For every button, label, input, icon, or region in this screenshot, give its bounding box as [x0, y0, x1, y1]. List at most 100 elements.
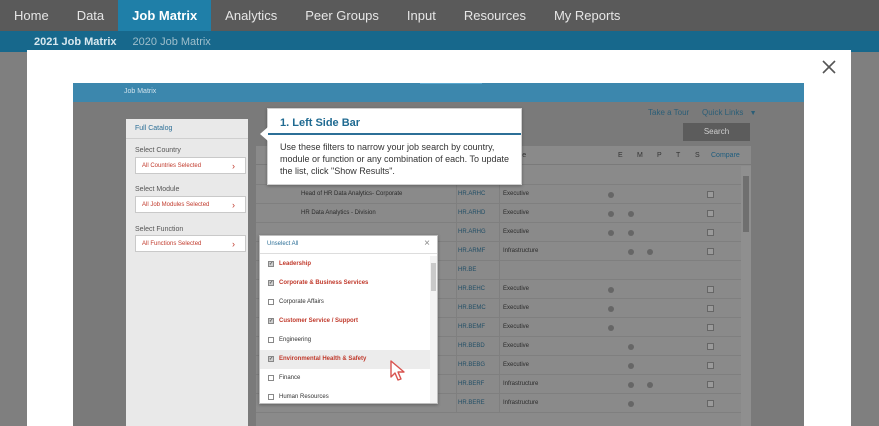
compare-checkbox[interactable]: [707, 400, 714, 407]
job-code[interactable]: HR.BEBD: [458, 343, 485, 349]
col-e: E: [618, 152, 623, 159]
job-code[interactable]: HR.ARMF: [458, 248, 485, 254]
search-button[interactable]: Search: [683, 123, 750, 141]
unselect-all-link[interactable]: Unselect All: [267, 241, 298, 247]
compare-checkbox[interactable]: [707, 381, 714, 388]
cell-divider: [456, 299, 457, 318]
checkbox[interactable]: [268, 375, 274, 381]
checked-checkbox[interactable]: ✓: [268, 356, 274, 362]
dropdown-scrollbar[interactable]: [430, 256, 437, 403]
compare-checkbox[interactable]: [707, 362, 714, 369]
country-label: Select Country: [135, 147, 181, 154]
job-code[interactable]: HR.BEMC: [458, 305, 486, 311]
nav-peer-groups[interactable]: Peer Groups: [291, 0, 393, 31]
header-tab-indicator: [420, 83, 482, 84]
table-row[interactable]: HR Data Analytics - Division HR.ARHD Execu…: [256, 204, 751, 223]
e-indicator: [608, 211, 614, 217]
scroll-thumb[interactable]: [431, 263, 436, 291]
close-icon[interactable]: ×: [424, 238, 430, 249]
country-select-value: All Countries Selected: [142, 163, 202, 169]
function-label: Select Function: [135, 226, 184, 233]
job-title-text: HR Data Analytics - Division: [301, 210, 376, 216]
cell-divider: [499, 394, 500, 413]
function-option-label: Leadership: [279, 261, 312, 267]
checkbox[interactable]: [268, 299, 274, 305]
chevron-right-icon: ›: [232, 239, 235, 249]
screenshot-header-title: Job Matrix: [124, 88, 157, 95]
job-code[interactable]: HR.BERF: [458, 381, 484, 387]
grid-scrollbar[interactable]: [741, 166, 751, 426]
job-code[interactable]: HR.BEBG: [458, 362, 485, 368]
function-option[interactable]: ✓ Customer Service / Support: [260, 312, 430, 331]
job-module: Executive: [503, 229, 530, 235]
checkbox[interactable]: [268, 337, 274, 343]
close-icon[interactable]: [822, 57, 836, 80]
checked-checkbox[interactable]: ✓: [268, 280, 274, 286]
callout-body: Use these filters to narrow your job sea…: [280, 142, 509, 176]
function-option-label: Corporate Affairs: [279, 299, 324, 305]
e-indicator: [608, 230, 614, 236]
col-compare[interactable]: Compare: [711, 152, 740, 159]
cell-divider: [456, 356, 457, 375]
function-option[interactable]: Engineering: [260, 331, 430, 350]
compare-checkbox[interactable]: [707, 286, 714, 293]
job-code[interactable]: HR.ARHC: [458, 191, 485, 197]
job-code[interactable]: HR.BEHC: [458, 286, 485, 292]
country-select[interactable]: All Countries Selected ›: [135, 157, 246, 174]
function-option[interactable]: Corporate Affairs: [260, 293, 430, 312]
compare-checkbox[interactable]: [707, 324, 714, 331]
job-module: Infrastructure: [503, 400, 539, 406]
function-option-label: Customer Service / Support: [279, 318, 359, 324]
compare-checkbox[interactable]: [707, 305, 714, 312]
function-select[interactable]: All Functions Selected ›: [135, 235, 246, 252]
compare-checkbox[interactable]: [707, 229, 714, 236]
nav-home[interactable]: Home: [0, 0, 63, 31]
cell-divider: [456, 318, 457, 337]
tab-2021-job-matrix[interactable]: 2021 Job Matrix: [0, 36, 117, 48]
left-side-bar: Full Catalog Select Country All Countrie…: [126, 119, 248, 426]
compare-checkbox[interactable]: [707, 248, 714, 255]
cell-divider: [499, 242, 500, 261]
quick-links-label: Quick Links: [702, 108, 744, 117]
job-code[interactable]: HR.ARHD: [458, 210, 485, 216]
nav-resources[interactable]: Resources: [450, 0, 540, 31]
module-select[interactable]: All Job Modules Selected ›: [135, 196, 246, 213]
job-code[interactable]: HR.BERE: [458, 400, 485, 406]
nav-job-matrix[interactable]: Job Matrix: [118, 0, 212, 31]
job-code[interactable]: HR.BE: [458, 267, 476, 273]
function-option[interactable]: Human Resources: [260, 388, 430, 407]
cell-divider: [456, 375, 457, 394]
nav-input[interactable]: Input: [393, 0, 450, 31]
cell-divider: [456, 185, 457, 204]
compare-checkbox[interactable]: [707, 191, 714, 198]
checked-checkbox[interactable]: ✓: [268, 318, 274, 324]
scroll-thumb[interactable]: [743, 176, 749, 232]
cell-divider: [499, 299, 500, 318]
full-catalog-link[interactable]: Full Catalog: [126, 119, 248, 139]
quick-links-dropdown[interactable]: Quick Links ▼: [702, 108, 757, 117]
function-option[interactable]: ✓ Leadership: [260, 255, 430, 274]
table-row[interactable]: Head of HR Data Analytics- Corporate HR.A…: [256, 185, 751, 204]
job-module: Executive: [503, 210, 530, 216]
take-a-tour-link[interactable]: Take a Tour: [648, 108, 689, 117]
job-code[interactable]: HR.BEMF: [458, 324, 485, 330]
checkbox[interactable]: [268, 394, 274, 400]
cell-divider: [499, 185, 500, 204]
col-t: T: [676, 152, 681, 159]
tab-2020-job-matrix[interactable]: 2020 Job Matrix: [117, 36, 211, 48]
nav-data[interactable]: Data: [63, 0, 118, 31]
col-m: M: [637, 152, 643, 159]
nav-my-reports[interactable]: My Reports: [540, 0, 634, 31]
nav-analytics[interactable]: Analytics: [211, 0, 291, 31]
function-option[interactable]: ✓ Corporate & Business Services: [260, 274, 430, 293]
checked-checkbox[interactable]: ✓: [268, 261, 274, 267]
col-p: P: [657, 152, 662, 159]
function-option-label: Human Resources: [279, 394, 329, 400]
compare-checkbox[interactable]: [707, 343, 714, 350]
compare-checkbox[interactable]: [707, 210, 714, 217]
callout-title: 1. Left Side Bar: [280, 117, 361, 129]
job-module: Infrastructure: [503, 381, 539, 387]
tour-callout: 1. Left Side Bar Use these filters to na…: [260, 108, 522, 185]
job-code[interactable]: HR.ARHG: [458, 229, 486, 235]
p-indicator: [647, 382, 653, 388]
